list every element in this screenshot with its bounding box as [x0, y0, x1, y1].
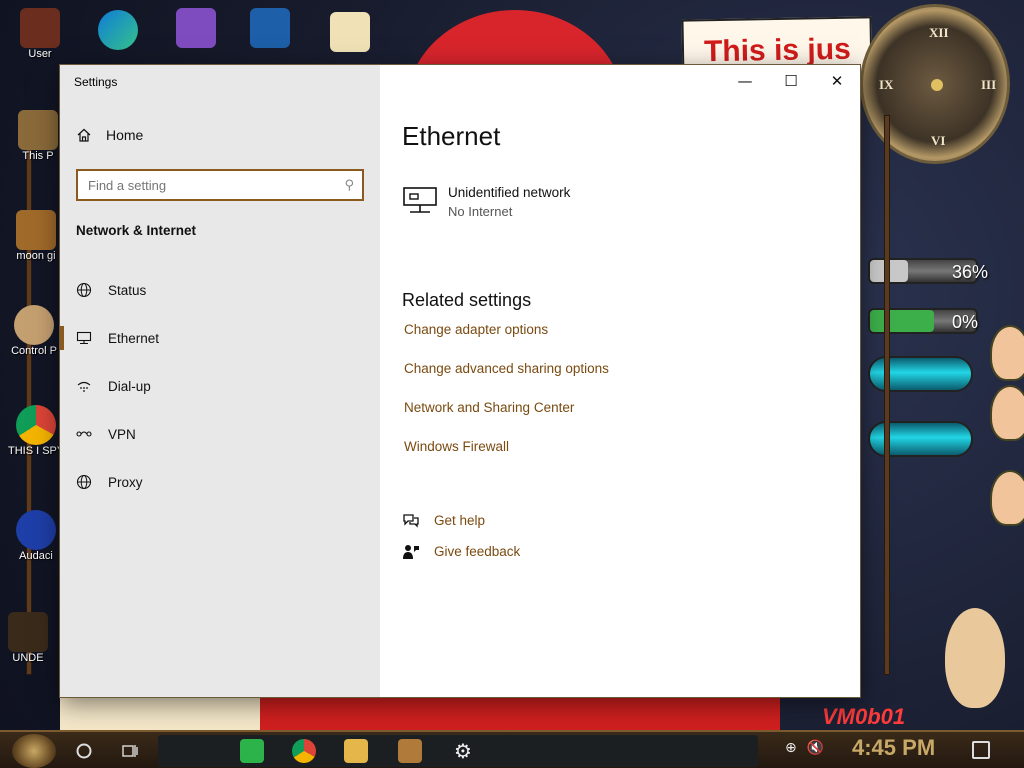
- desktop-icon-visual-studio[interactable]: [168, 8, 224, 48]
- cartoon-face: [990, 325, 1024, 381]
- sidebar-item-label: Dial-up: [108, 378, 151, 394]
- window-title: Settings: [74, 75, 118, 89]
- cortana-icon[interactable]: [72, 738, 96, 764]
- related-settings-heading: Related settings: [402, 290, 532, 310]
- desktop-icon-hxd[interactable]: [322, 12, 378, 52]
- task-view-icon[interactable]: [118, 738, 142, 764]
- search-input[interactable]: [88, 177, 328, 193]
- give-feedback-link[interactable]: Give feedback: [402, 536, 520, 567]
- desktop-icon-moon[interactable]: moon gi: [8, 210, 64, 262]
- sidebar-item-label: Status: [108, 282, 147, 298]
- feedback-person-icon: [403, 544, 419, 559]
- sidebar-item-status[interactable]: Status: [60, 266, 380, 314]
- notifications-icon[interactable]: [972, 741, 990, 759]
- help-chat-icon: [403, 513, 419, 528]
- sidebar-item-proxy[interactable]: Proxy: [60, 458, 380, 506]
- taskbar-apps: ⚙: [158, 735, 758, 767]
- desktop-icon-unde[interactable]: UNDE: [0, 612, 56, 664]
- ram-meter-label: 0%: [952, 312, 979, 332]
- wallpaper-red-shape: [260, 696, 780, 730]
- sidebar-nav-list: Status Ethernet Dial-up VPN Proxy: [60, 266, 380, 506]
- change-sharing-options-link[interactable]: Change advanced sharing options: [404, 360, 609, 399]
- nav-section-title: Network & Internet: [76, 223, 197, 238]
- network-item[interactable]: Unidentified network No Internet: [402, 185, 570, 219]
- start-button[interactable]: [12, 734, 56, 768]
- vpn-icon: [76, 426, 92, 442]
- sidebar-home-label: Home: [106, 127, 144, 143]
- help-section: Get help Give feedback: [402, 505, 520, 567]
- settings-window: Settings Home ⚲ Network & Internet Statu…: [60, 65, 860, 697]
- desktop-icon-edge[interactable]: [90, 10, 146, 50]
- cartoon-face: [990, 385, 1024, 441]
- desktop-icon-audacity[interactable]: Audaci: [8, 510, 64, 562]
- cpu-meter-label: 36%: [952, 262, 989, 282]
- notes-app-icon[interactable]: [240, 739, 264, 763]
- give-feedback-label: Give feedback: [434, 544, 521, 559]
- frame-rail: [26, 115, 32, 675]
- network-globe-icon[interactable]: ⊕: [785, 740, 797, 756]
- game-app-icon[interactable]: [398, 739, 422, 763]
- sidebar-item-ethernet[interactable]: Ethernet: [60, 314, 380, 362]
- settings-gear-icon[interactable]: ⚙: [451, 739, 475, 763]
- desktop-icon-virtualbox[interactable]: [242, 8, 298, 48]
- desktop-icon-user[interactable]: User: [12, 8, 68, 60]
- network-status: No Internet: [448, 204, 513, 219]
- windows-firewall-link[interactable]: Windows Firewall: [404, 438, 609, 477]
- file-explorer-icon[interactable]: [344, 739, 368, 763]
- search-box[interactable]: ⚲: [76, 169, 364, 201]
- dialup-icon: [76, 378, 92, 394]
- taskbar: ⚙ ⊕ 🔇 4:45 PM: [0, 730, 1024, 768]
- taskbar-clock[interactable]: 4:45 PM: [852, 735, 935, 761]
- frame-rail: [884, 115, 890, 675]
- system-tray: ⊕ 🔇: [785, 740, 824, 756]
- sidebar-item-dialup[interactable]: Dial-up: [60, 362, 380, 410]
- desktop-icon-this-pc[interactable]: This P: [10, 110, 66, 162]
- globe-icon: [76, 282, 92, 298]
- ethernet-network-icon: [403, 187, 437, 213]
- wallpaper-vm-text: VM0b01: [822, 704, 906, 729]
- get-help-label: Get help: [434, 513, 486, 528]
- search-icon[interactable]: ⚲: [344, 178, 354, 193]
- chrome-app-icon[interactable]: [292, 739, 316, 763]
- volume-muted-icon[interactable]: 🔇: [807, 740, 824, 756]
- sidebar-item-vpn[interactable]: VPN: [60, 410, 380, 458]
- get-help-link[interactable]: Get help: [402, 505, 520, 536]
- sidebar-item-label: Ethernet: [108, 330, 160, 346]
- globe-icon: [76, 474, 92, 490]
- settings-sidebar: Settings Home ⚲ Network & Internet Statu…: [60, 65, 380, 697]
- related-links: Change adapter options Change advanced s…: [404, 321, 609, 477]
- page-title: Ethernet: [402, 121, 501, 151]
- network-name: Unidentified network: [448, 185, 571, 200]
- change-adapter-options-link[interactable]: Change adapter options: [404, 321, 609, 360]
- ethernet-icon: [76, 330, 92, 346]
- hamster-image: [945, 608, 1005, 708]
- desktop-clock-widget: XII III VI IX: [860, 4, 1010, 164]
- desktop-icon-control-panel[interactable]: Control P: [6, 305, 62, 357]
- wallpaper-cream-shape: [60, 696, 260, 730]
- sidebar-item-label: Proxy: [108, 474, 143, 490]
- sidebar-item-label: VPN: [108, 426, 136, 442]
- settings-content: Ethernet Unidentified network No Interne…: [402, 65, 860, 697]
- desktop-icon-chrome[interactable]: THIS I SPYWA: [8, 405, 64, 457]
- network-sharing-center-link[interactable]: Network and Sharing Center: [404, 399, 609, 438]
- cartoon-face: [990, 470, 1024, 526]
- sidebar-home[interactable]: Home: [76, 127, 143, 143]
- home-icon: [77, 128, 91, 142]
